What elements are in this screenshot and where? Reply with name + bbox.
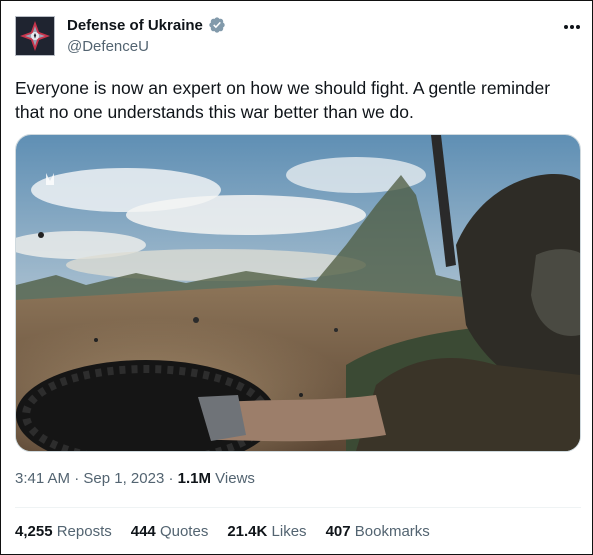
quotes-stat[interactable]: 444 Quotes — [131, 523, 209, 540]
account-handle[interactable]: @DefenceU — [67, 38, 149, 55]
likes-count: 21.4K — [227, 523, 268, 540]
engagement-stats: 4,255 Reposts 444 Quotes 21.4K Likes 407… — [15, 523, 430, 540]
more-dots-icon — [564, 25, 580, 29]
video-frame-image — [16, 135, 580, 451]
tweet-meta: 3:41 AM · Sep 1, 2023 · 1.1M Views — [15, 470, 255, 487]
display-name[interactable]: Defense of Ukraine — [67, 17, 203, 34]
likes-stat[interactable]: 21.4K Likes — [227, 523, 306, 540]
reposts-count: 4,255 — [15, 523, 53, 540]
reposts-label: Reposts — [56, 523, 112, 540]
tweet-card: Defense of Ukraine @DefenceU Everyone is… — [0, 0, 593, 555]
quotes-count: 444 — [130, 523, 156, 540]
tweet-media-video[interactable] — [15, 134, 581, 452]
bookmarks-stat[interactable]: 407 Bookmarks — [326, 523, 430, 540]
verified-badge-icon — [209, 17, 225, 33]
defence-emblem-icon — [16, 17, 54, 55]
tweet-text: Everyone is now an expert on how we shou… — [15, 78, 551, 122]
views-count: 1.1M — [177, 470, 211, 487]
bookmarks-count: 407 — [325, 523, 351, 540]
divider — [15, 507, 581, 508]
tweet-date[interactable]: Sep 1, 2023 — [83, 470, 164, 487]
avatar[interactable] — [15, 16, 55, 56]
meta-separator: · — [74, 470, 80, 487]
views-label: Views — [215, 470, 255, 487]
bookmarks-label: Bookmarks — [354, 523, 430, 540]
author-name-row[interactable]: Defense of Ukraine — [67, 16, 226, 34]
likes-label: Likes — [271, 523, 307, 540]
more-options-button[interactable] — [561, 17, 583, 37]
reposts-stat[interactable]: 4,255 Reposts — [15, 523, 112, 540]
quotes-label: Quotes — [159, 523, 209, 540]
tweet-time[interactable]: 3:41 AM — [15, 470, 70, 487]
meta-separator: · — [168, 470, 174, 487]
